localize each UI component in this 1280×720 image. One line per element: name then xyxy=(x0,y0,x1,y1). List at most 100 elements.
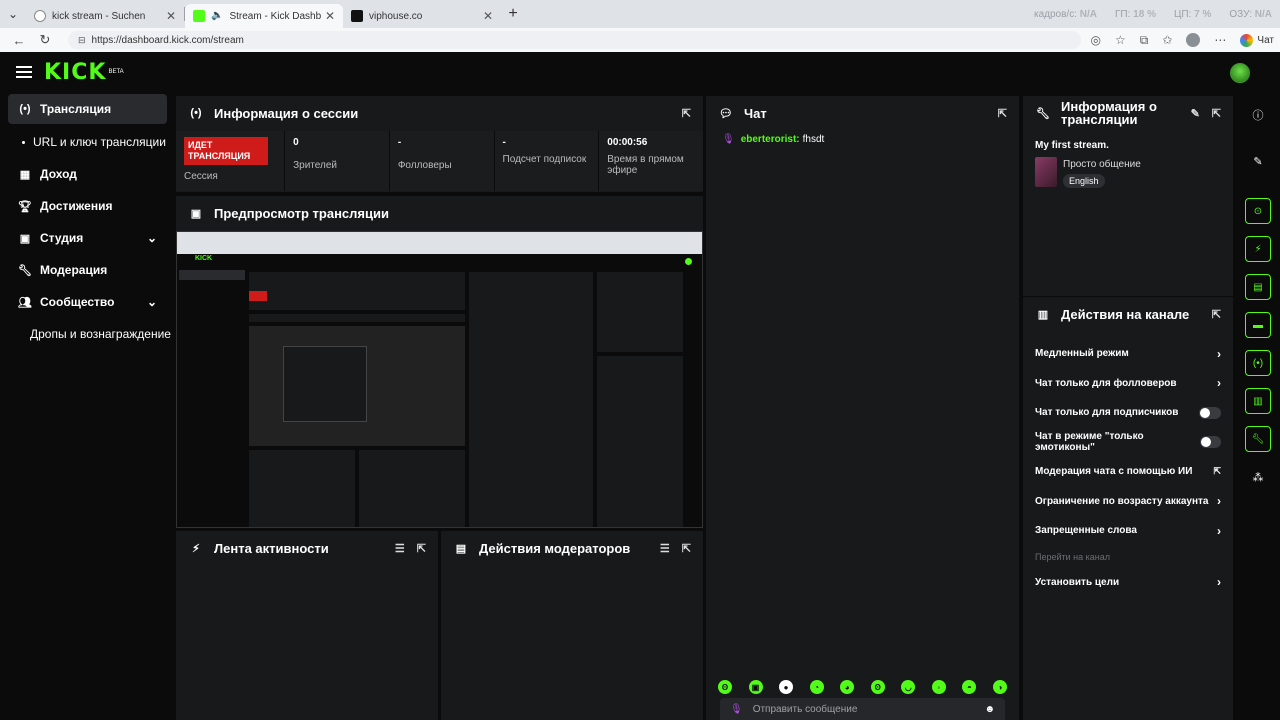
clipboard-icon[interactable]: ▤ xyxy=(1245,274,1271,300)
speaker-icon[interactable]: 🔈 xyxy=(211,10,223,22)
channel-actions-icon[interactable]: ▥ xyxy=(1245,388,1271,414)
ai-moderation-row[interactable]: Модерация чата с помощью ИИ ⇱ xyxy=(1023,457,1233,487)
emote-icon[interactable]: ▣ xyxy=(748,680,763,694)
bullet-icon xyxy=(22,140,25,144)
reading-mode-icon[interactable]: ◎ xyxy=(1091,33,1101,47)
emote-icon[interactable]: ◡ xyxy=(901,680,916,694)
chevron-down-icon[interactable]: ⌄ xyxy=(147,231,157,245)
broadcast-icon[interactable]: (•) xyxy=(1245,350,1271,376)
edit-pencil-icon[interactable]: ✎ xyxy=(1191,107,1200,120)
favorites-icon[interactable]: ✩ xyxy=(1162,33,1172,47)
sidebar-item-community[interactable]: 👥︎ Сообщество ⌄ xyxy=(0,286,175,318)
broadcast-icon: (•) xyxy=(19,103,31,115)
tab-groups-icon[interactable]: ⧉ xyxy=(1140,33,1149,48)
stream-preview-video[interactable]: KICK xyxy=(176,231,703,528)
site-info-icon[interactable]: ⊟ xyxy=(78,35,86,46)
chat-bubble-icon[interactable]: ▬ xyxy=(1245,312,1271,338)
emote-icon[interactable]: ◕ xyxy=(840,680,855,694)
close-tab-icon[interactable]: ✕ xyxy=(483,9,493,23)
copilot-button[interactable]: Чат xyxy=(1240,33,1274,47)
kick-logo[interactable]: KICK xyxy=(44,60,106,85)
stat-session: ИДЕТ ТРАНСЛЯЦИЯ Сессия xyxy=(176,131,286,191)
microphone-badge-icon: 🎙︎ xyxy=(722,134,735,145)
emote-icon[interactable]: ʘ xyxy=(718,680,732,694)
row-label: Чат только для фолловеров xyxy=(1035,377,1177,389)
url-field[interactable]: ⊟ https://dashboard.kick.com/stream xyxy=(68,31,1081,49)
sidebar-item-label: Трансляция xyxy=(40,102,112,116)
popout-icon[interactable]: ⇱ xyxy=(417,542,426,555)
share-nodes-icon[interactable]: ⁂ xyxy=(1245,464,1271,490)
wrench-icon[interactable]: 🔧︎ xyxy=(1245,426,1271,452)
go-to-channel-link[interactable]: Перейти на канал xyxy=(1023,546,1233,568)
reload-icon[interactable]: ↻ xyxy=(32,32,58,48)
back-arrow-icon[interactable]: ← xyxy=(6,33,32,48)
chat-message[interactable]: 🎙︎ eberterorist: fhsdt xyxy=(706,130,1019,149)
emote-icon[interactable]: ◦ xyxy=(931,680,946,694)
sidebar-item-studio[interactable]: ▣ Студия ⌄ xyxy=(0,222,175,254)
emote-icon[interactable]: ◓ xyxy=(962,680,977,694)
emote-icon[interactable]: ʘ xyxy=(870,680,885,694)
panel-header: ⚡︎ Лента активности ☰ ⇱ xyxy=(176,531,438,565)
emote-icon[interactable]: ◑ xyxy=(992,680,1007,694)
emote-icon[interactable]: ● xyxy=(779,680,794,694)
panel-header: 🔧︎ Информация о трансляции ✎ ⇱ xyxy=(1023,96,1233,130)
sidebar-item-revenue[interactable]: ▦ Доход xyxy=(0,158,175,190)
sidebar-item-drops[interactable]: Дропы и вознаграждение xyxy=(0,318,175,350)
tab-title: kick stream - Suchen xyxy=(52,10,146,22)
sidebar-item-url-key[interactable]: URL и ключ трансляции xyxy=(0,126,175,158)
ram-stat: ОЗУ: N/A xyxy=(1229,8,1272,20)
chevron-right-icon: › xyxy=(1217,523,1221,538)
chat-input[interactable]: 🎙︎ Отправить сообщение ☻ xyxy=(720,698,1005,720)
sidebar-item-label: Дропы и вознаграждение xyxy=(30,327,171,341)
set-goals-row[interactable]: Установить цели › xyxy=(1023,568,1233,598)
panel-header: (•) Информация о сессии ⇱ xyxy=(176,96,703,130)
hamburger-menu-icon[interactable] xyxy=(16,66,32,78)
account-age-row[interactable]: Ограничение по возрасту аккаунта › xyxy=(1023,487,1233,517)
user-avatar[interactable] xyxy=(1230,63,1250,83)
popout-icon[interactable]: ⇱ xyxy=(682,542,691,555)
slow-mode-row[interactable]: Медленный режим › xyxy=(1023,339,1233,369)
sidebar-item-stream[interactable]: (•) Трансляция xyxy=(8,94,167,124)
browser-tab-viphouse[interactable]: viphouse.co ✕ xyxy=(343,4,501,28)
popout-icon[interactable]: ⇱ xyxy=(1212,107,1221,120)
filter-icon[interactable]: ☰ xyxy=(660,542,670,555)
sidebar-item-label: Доход xyxy=(40,167,77,181)
close-tab-icon[interactable]: ✕ xyxy=(325,9,335,23)
chat-username[interactable]: eberterorist: xyxy=(741,134,800,145)
browser-tab-bing[interactable]: kick stream - Suchen ✕ xyxy=(26,4,184,28)
edit-pencil-icon[interactable]: ✎ xyxy=(1245,148,1271,174)
preview-dashboard-image: KICK xyxy=(177,254,702,527)
focus-icon[interactable]: ⊙ xyxy=(1245,198,1271,224)
profile-avatar[interactable] xyxy=(1186,33,1201,47)
sidebar-item-moderation[interactable]: 🔧︎ Модерация xyxy=(0,254,175,286)
panel-title: Предпросмотр трансляции xyxy=(214,205,389,221)
subscribers-only-toggle[interactable] xyxy=(1199,406,1221,419)
info-icon[interactable]: ⓘ xyxy=(1245,102,1271,128)
stat-label: Зрителей xyxy=(293,160,337,171)
stat-value: - xyxy=(502,137,506,148)
popout-icon[interactable]: ⇱ xyxy=(998,107,1007,120)
banned-words-row[interactable]: Запрещенные слова › xyxy=(1023,516,1233,546)
emoji-picker-icon[interactable]: ☻ xyxy=(984,704,995,715)
bookmark-star-icon[interactable]: ☆ xyxy=(1115,33,1126,47)
followers-only-row[interactable]: Чат только для фолловеров › xyxy=(1023,369,1233,399)
chevron-right-icon: › xyxy=(1217,575,1221,590)
sidebar-item-label: Студия xyxy=(40,231,84,245)
close-tab-icon[interactable]: ✕ xyxy=(166,9,176,23)
lightning-icon[interactable]: ⚡︎ xyxy=(1245,236,1271,262)
menu-dots-icon[interactable]: ⋯ xyxy=(1214,33,1226,47)
cpu-stat: ЦП: 7 % xyxy=(1173,8,1212,20)
filter-icon[interactable]: ☰ xyxy=(395,542,405,555)
popout-icon[interactable]: ⇱ xyxy=(682,107,691,120)
new-tab-plus-icon[interactable]: + xyxy=(501,5,525,23)
popout-icon[interactable]: ⇱ xyxy=(1212,308,1221,321)
chevron-right-icon: › xyxy=(1217,494,1221,509)
chevron-down-icon[interactable]: ⌄ xyxy=(147,295,157,309)
browser-tab-kick-dashboard[interactable]: 🔈 Stream - Kick Dashboard ✕ xyxy=(185,4,343,28)
category-name: Просто общение xyxy=(1063,159,1141,170)
emote-only-toggle[interactable] xyxy=(1199,436,1221,449)
sidebar-item-achievements[interactable]: 🏆︎ Достижения xyxy=(0,190,175,222)
emote-icon[interactable]: ◔ xyxy=(809,680,824,694)
tab-list-chevron-icon[interactable]: ⌄ xyxy=(0,0,26,28)
gpu-stat: ГП: 18 % xyxy=(1115,8,1156,20)
